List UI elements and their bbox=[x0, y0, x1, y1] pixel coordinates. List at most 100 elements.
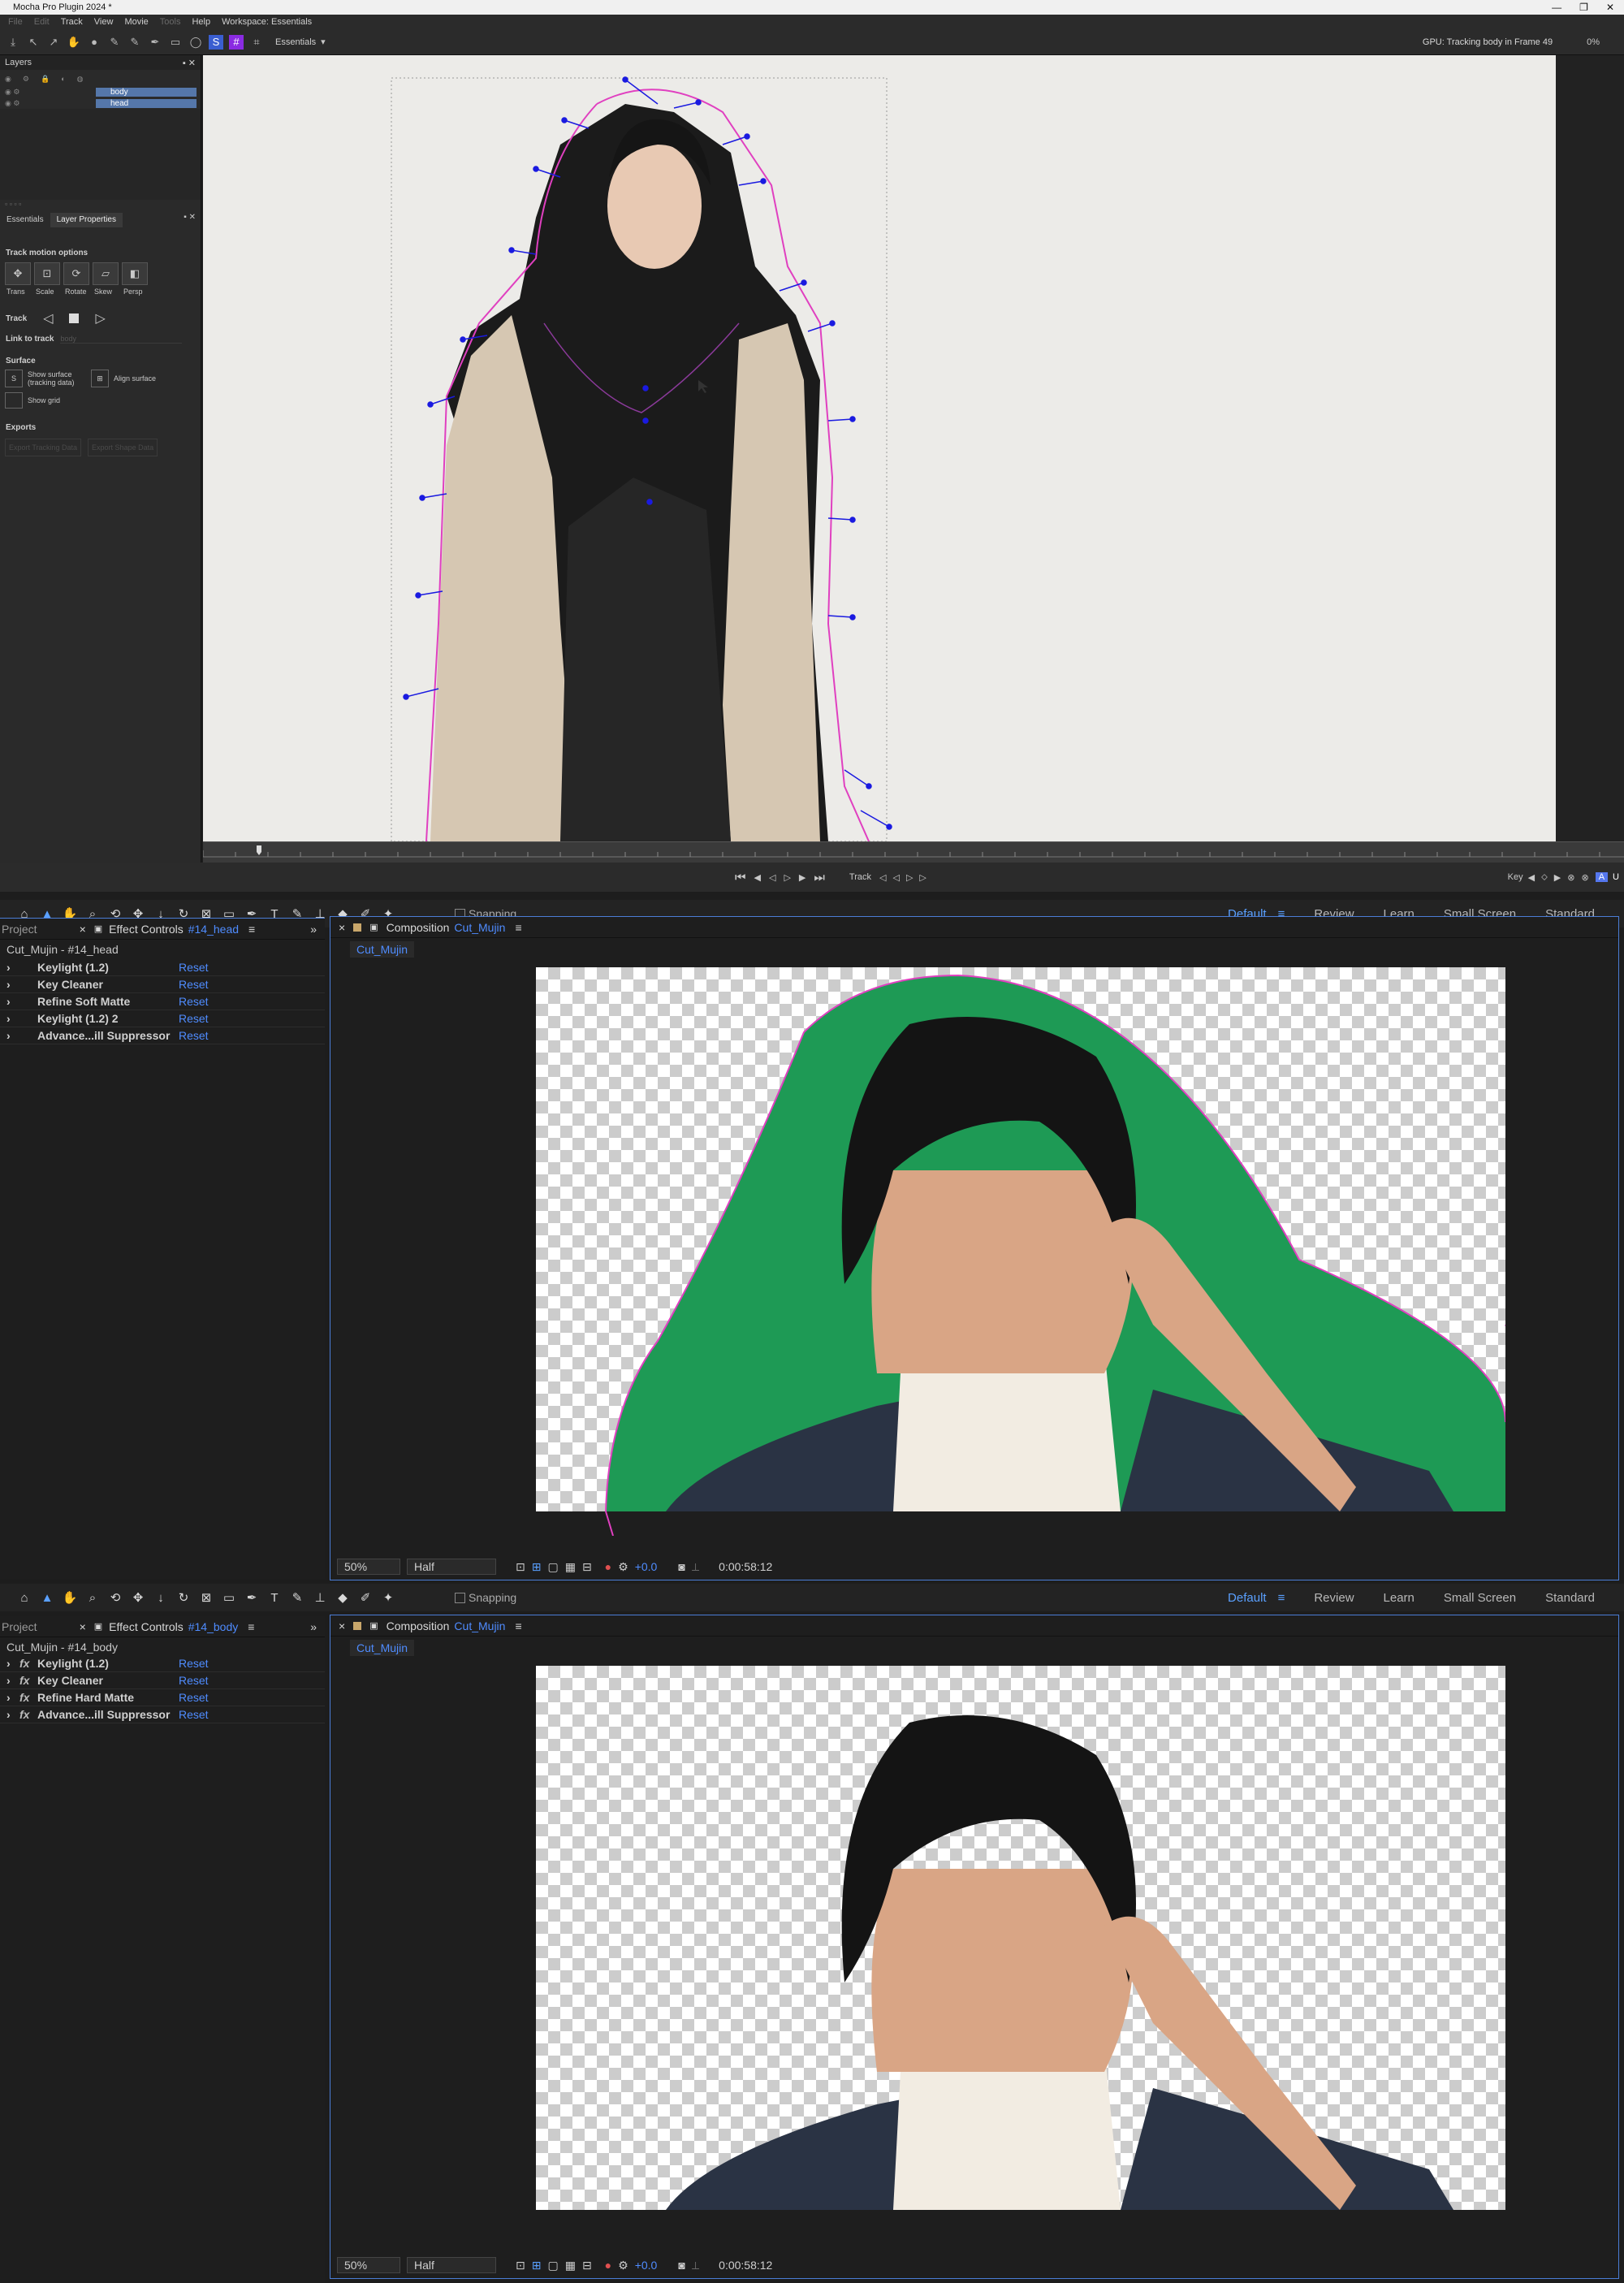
skew-icon[interactable]: ▱ bbox=[93, 262, 119, 285]
tab-essentials[interactable]: Essentials bbox=[0, 213, 50, 227]
tab-layer-properties[interactable]: Layer Properties bbox=[50, 213, 123, 227]
zoom-icon[interactable]: ● bbox=[87, 35, 102, 50]
expand-arrow-icon[interactable]: › bbox=[6, 961, 37, 974]
rotate-icon[interactable]: ↻ bbox=[172, 1590, 195, 1605]
reset-link[interactable]: Reset bbox=[179, 1708, 209, 1721]
puppet-icon[interactable]: ✦ bbox=[377, 1590, 400, 1605]
effect-row[interactable]: › fx Advance...ill Suppressor Reset bbox=[0, 1706, 325, 1723]
hand-icon[interactable]: ✋ bbox=[58, 1590, 81, 1605]
reset-link[interactable]: Reset bbox=[179, 978, 209, 991]
tab-composition[interactable]: Composition bbox=[387, 921, 450, 934]
expand-arrow-icon[interactable]: › bbox=[6, 1657, 19, 1670]
resolution-select[interactable]: Half bbox=[407, 2257, 496, 2273]
lock-icon[interactable]: ▣ bbox=[94, 923, 102, 934]
mask-visibility-icon[interactable]: ▢ bbox=[547, 1560, 558, 1574]
menu-track[interactable]: Track bbox=[61, 17, 83, 27]
menu-icon[interactable]: ≡ bbox=[1278, 1591, 1285, 1605]
key-tools-icon[interactable]: ⊗ bbox=[1581, 872, 1588, 883]
add-key-icon[interactable]: ⬦ bbox=[1541, 872, 1548, 883]
zoom-icon[interactable]: ⌕ bbox=[81, 1591, 104, 1605]
rect-icon[interactable]: ▭ bbox=[168, 35, 183, 50]
comp-canvas-bottom[interactable] bbox=[536, 1666, 1505, 2210]
show-snapshot-icon[interactable]: ⟂ bbox=[692, 1560, 699, 1574]
guides-icon[interactable]: ▦ bbox=[565, 2259, 576, 2272]
menu-tools[interactable]: Tools bbox=[160, 17, 181, 27]
xspline-icon[interactable]: ✎ bbox=[107, 35, 122, 50]
channels-icon[interactable]: ● bbox=[605, 1560, 611, 1573]
tab-project[interactable]: Project bbox=[0, 923, 37, 936]
exposure-value[interactable]: +0.0 bbox=[635, 2259, 658, 2272]
layer-row-body[interactable]: ◉ ⚙ body bbox=[0, 86, 201, 97]
clone-stamp-icon[interactable]: ⊥ bbox=[309, 1590, 331, 1605]
zoom-select[interactable]: 50% bbox=[337, 2257, 400, 2273]
expand-arrow-icon[interactable]: › bbox=[6, 1674, 19, 1687]
eraser-icon[interactable]: ◆ bbox=[331, 1590, 354, 1605]
mask-visibility-icon[interactable]: ▢ bbox=[547, 2259, 558, 2272]
menu-view[interactable]: View bbox=[94, 17, 114, 27]
effect-row[interactable]: › Keylight (1.2) 2 Reset bbox=[0, 1010, 325, 1027]
menu-edit[interactable]: Edit bbox=[34, 17, 50, 27]
key-tools-icon[interactable]: ⊗ bbox=[1567, 872, 1574, 883]
zoom-select[interactable]: 50% bbox=[337, 1559, 400, 1575]
select-icon[interactable]: ↖ bbox=[26, 35, 41, 50]
expand-arrow-icon[interactable]: › bbox=[6, 978, 37, 991]
lock-icon[interactable]: ▣ bbox=[94, 1621, 102, 1632]
mocha-timeline[interactable] bbox=[202, 841, 1624, 863]
fx-icon[interactable]: fx bbox=[19, 1708, 37, 1721]
lock-icon[interactable]: ▣ bbox=[369, 922, 378, 932]
3d-view-icon[interactable]: ⊟ bbox=[582, 2259, 592, 2272]
key-prev-icon[interactable]: ◀ bbox=[1528, 872, 1535, 883]
effect-row[interactable]: › fx Refine Hard Matte Reset bbox=[0, 1689, 325, 1706]
maximize-icon[interactable]: ❐ bbox=[1579, 2, 1588, 13]
reset-link[interactable]: Reset bbox=[179, 961, 209, 974]
exposure-value[interactable]: +0.0 bbox=[635, 1560, 658, 1573]
bezier-icon[interactable]: ✎ bbox=[127, 35, 142, 50]
workspace-standard[interactable]: Standard bbox=[1545, 1591, 1595, 1605]
layer-visibility-icon[interactable]: ◉ ⚙ bbox=[5, 88, 96, 97]
track-forward-icon[interactable]: ▷ bbox=[95, 310, 105, 326]
pen-icon[interactable]: ✒ bbox=[148, 35, 162, 50]
workspace-select[interactable]: Essentials bbox=[275, 37, 316, 47]
transparency-grid-icon[interactable]: ⊞ bbox=[532, 1560, 542, 1574]
stop-icon[interactable] bbox=[69, 313, 80, 323]
expand-arrow-icon[interactable]: › bbox=[6, 1708, 19, 1721]
align-surface-icon[interactable]: ⊞ bbox=[91, 370, 109, 387]
expand-arrow-icon[interactable]: › bbox=[6, 1691, 19, 1704]
expand-arrow-icon[interactable]: › bbox=[6, 1029, 37, 1042]
track-prev-icon[interactable]: ◁ bbox=[879, 872, 886, 883]
workspace-review[interactable]: Review bbox=[1314, 1591, 1354, 1605]
surface-icon[interactable]: S bbox=[209, 34, 223, 50]
expand-panels-icon[interactable]: » bbox=[310, 1620, 317, 1633]
effect-row[interactable]: › fx Keylight (1.2) Reset bbox=[0, 1655, 325, 1672]
3d-view-icon[interactable]: ⊟ bbox=[582, 1560, 592, 1574]
timecode[interactable]: 0:00:58:12 bbox=[719, 1560, 772, 1573]
pan-behind-icon[interactable]: ⊠ bbox=[195, 1590, 218, 1605]
reset-link[interactable]: Reset bbox=[179, 1029, 209, 1042]
track-next-icon[interactable]: ▷ bbox=[919, 872, 926, 883]
type-icon[interactable]: T bbox=[263, 1591, 286, 1605]
pen-icon[interactable]: ✒ bbox=[240, 1590, 263, 1605]
snapshot-icon[interactable]: ◙ bbox=[678, 2259, 685, 2272]
expand-panels-icon[interactable]: » bbox=[310, 923, 317, 936]
snapping-checkbox[interactable]: Snapping bbox=[455, 1591, 516, 1604]
fx-icon[interactable]: fx bbox=[19, 1674, 37, 1687]
fx-icon[interactable]: fx bbox=[19, 1691, 37, 1704]
save-icon[interactable]: ⤓ bbox=[6, 35, 20, 50]
link-to-track-select[interactable]: body bbox=[60, 335, 183, 344]
fx-icon[interactable]: fx bbox=[19, 1657, 37, 1670]
pan-icon[interactable]: ✥ bbox=[127, 1590, 149, 1605]
comp-canvas-top[interactable] bbox=[536, 967, 1505, 1536]
menu-movie[interactable]: Movie bbox=[124, 17, 148, 27]
menu-file[interactable]: File bbox=[8, 17, 23, 27]
panel-menu-icon[interactable]: ≡ bbox=[248, 1620, 254, 1633]
effect-row[interactable]: › fx Key Cleaner Reset bbox=[0, 1672, 325, 1689]
dolly-icon[interactable]: ↓ bbox=[149, 1591, 172, 1605]
grid-icon[interactable]: # bbox=[229, 34, 244, 50]
effect-row[interactable]: › Keylight (1.2) Reset bbox=[0, 959, 325, 976]
layer-name[interactable]: body bbox=[96, 87, 197, 97]
close-icon[interactable]: × bbox=[80, 923, 86, 936]
rotate-icon[interactable]: ⟳ bbox=[63, 262, 89, 285]
effect-row[interactable]: › Refine Soft Matte Reset bbox=[0, 993, 325, 1010]
tab-composition[interactable]: Composition bbox=[387, 1619, 450, 1632]
key-next-icon[interactable]: ▶ bbox=[1554, 872, 1561, 883]
